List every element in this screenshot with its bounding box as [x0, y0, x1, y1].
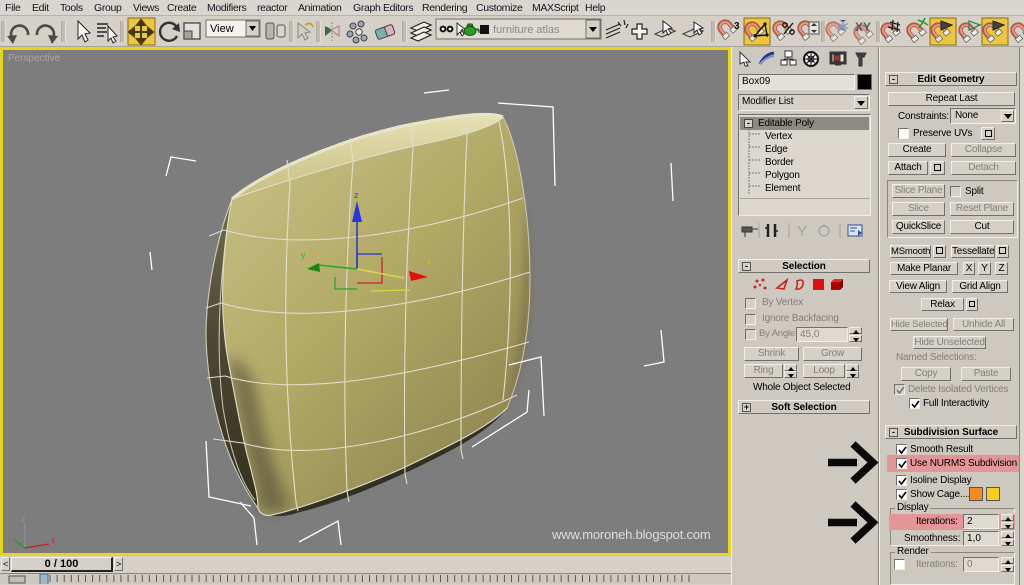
- svg-text:View: View: [210, 23, 234, 35]
- svg-text:z: z: [354, 190, 359, 200]
- svg-text:y: y: [301, 250, 306, 260]
- svg-text:3: 3: [734, 21, 740, 32]
- svg-text:z: z: [21, 514, 26, 524]
- svg-text:XY: XY: [855, 20, 871, 34]
- svg-text:furniture atlas: furniture atlas: [493, 24, 560, 36]
- svg-text:x: x: [51, 535, 56, 545]
- svg-text:x: x: [427, 256, 432, 266]
